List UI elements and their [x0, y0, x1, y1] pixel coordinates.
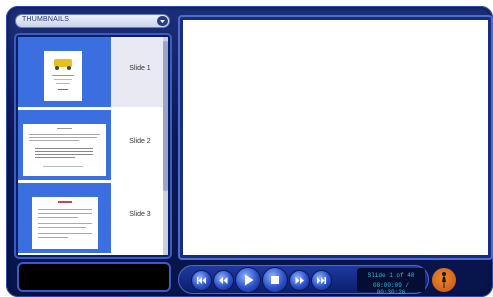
presentation-player: THUMBNAILS Slide 1 Slide 2 Slide 3 Slide… — [6, 6, 493, 297]
thumbnail-item-2[interactable]: Slide 2 — [18, 110, 166, 180]
play-button[interactable] — [236, 268, 260, 292]
thumbnail-page — [23, 124, 106, 176]
slide-viewer[interactable] — [183, 20, 488, 255]
thumbnail-list: Slide 1 Slide 2 Slide 3 — [18, 37, 166, 255]
thumbnail-page — [32, 197, 98, 249]
slide-thumbnail-image — [18, 110, 111, 180]
previous-slide-button[interactable] — [214, 271, 233, 290]
presenter-logo — [430, 265, 493, 295]
last-slide-icon — [317, 277, 326, 284]
slide-thumbnail-image — [18, 37, 111, 107]
thumbnail-label: Slide 1 — [129, 65, 151, 72]
first-slide-icon — [197, 277, 206, 284]
thumbnail-item-3[interactable]: Slide 3 — [18, 183, 166, 253]
next-slide-icon — [295, 277, 304, 284]
thumbnail-scrollbar[interactable] — [163, 37, 168, 255]
stop-button[interactable] — [263, 268, 287, 292]
notes-box — [17, 262, 171, 292]
logo-icon — [432, 268, 456, 292]
chevron-down-icon[interactable] — [157, 16, 168, 26]
play-icon — [245, 274, 254, 286]
dropdown-selected-value: THUMBNAILS — [22, 16, 70, 23]
thumbnail-label: Slide 3 — [129, 211, 151, 218]
stop-icon — [271, 276, 279, 284]
slide-counter: Slide 1 of 40 — [367, 272, 415, 279]
thumbnail-item-1[interactable]: Slide 1 — [18, 37, 166, 107]
last-slide-button[interactable] — [312, 271, 331, 290]
thumbnail-page — [44, 51, 82, 101]
thumbnail-panel: Slide 1 Slide 2 Slide 3 — [14, 33, 172, 259]
first-slide-button[interactable] — [192, 271, 211, 290]
thumbnails-dropdown[interactable]: THUMBNAILS — [15, 14, 170, 28]
thumbnail-label: Slide 2 — [129, 138, 151, 145]
next-slide-button[interactable] — [290, 271, 309, 290]
slide-viewer-frame — [178, 15, 493, 260]
playback-status: Slide 1 of 40 00:00:09 / 00:30:26 — [357, 268, 425, 296]
slide-thumbnail-image — [18, 183, 111, 253]
scrollbar-thumb[interactable] — [163, 41, 168, 191]
playback-time: 00:00:09 / 00:30:26 — [372, 282, 409, 296]
previous-slide-icon — [219, 277, 228, 284]
